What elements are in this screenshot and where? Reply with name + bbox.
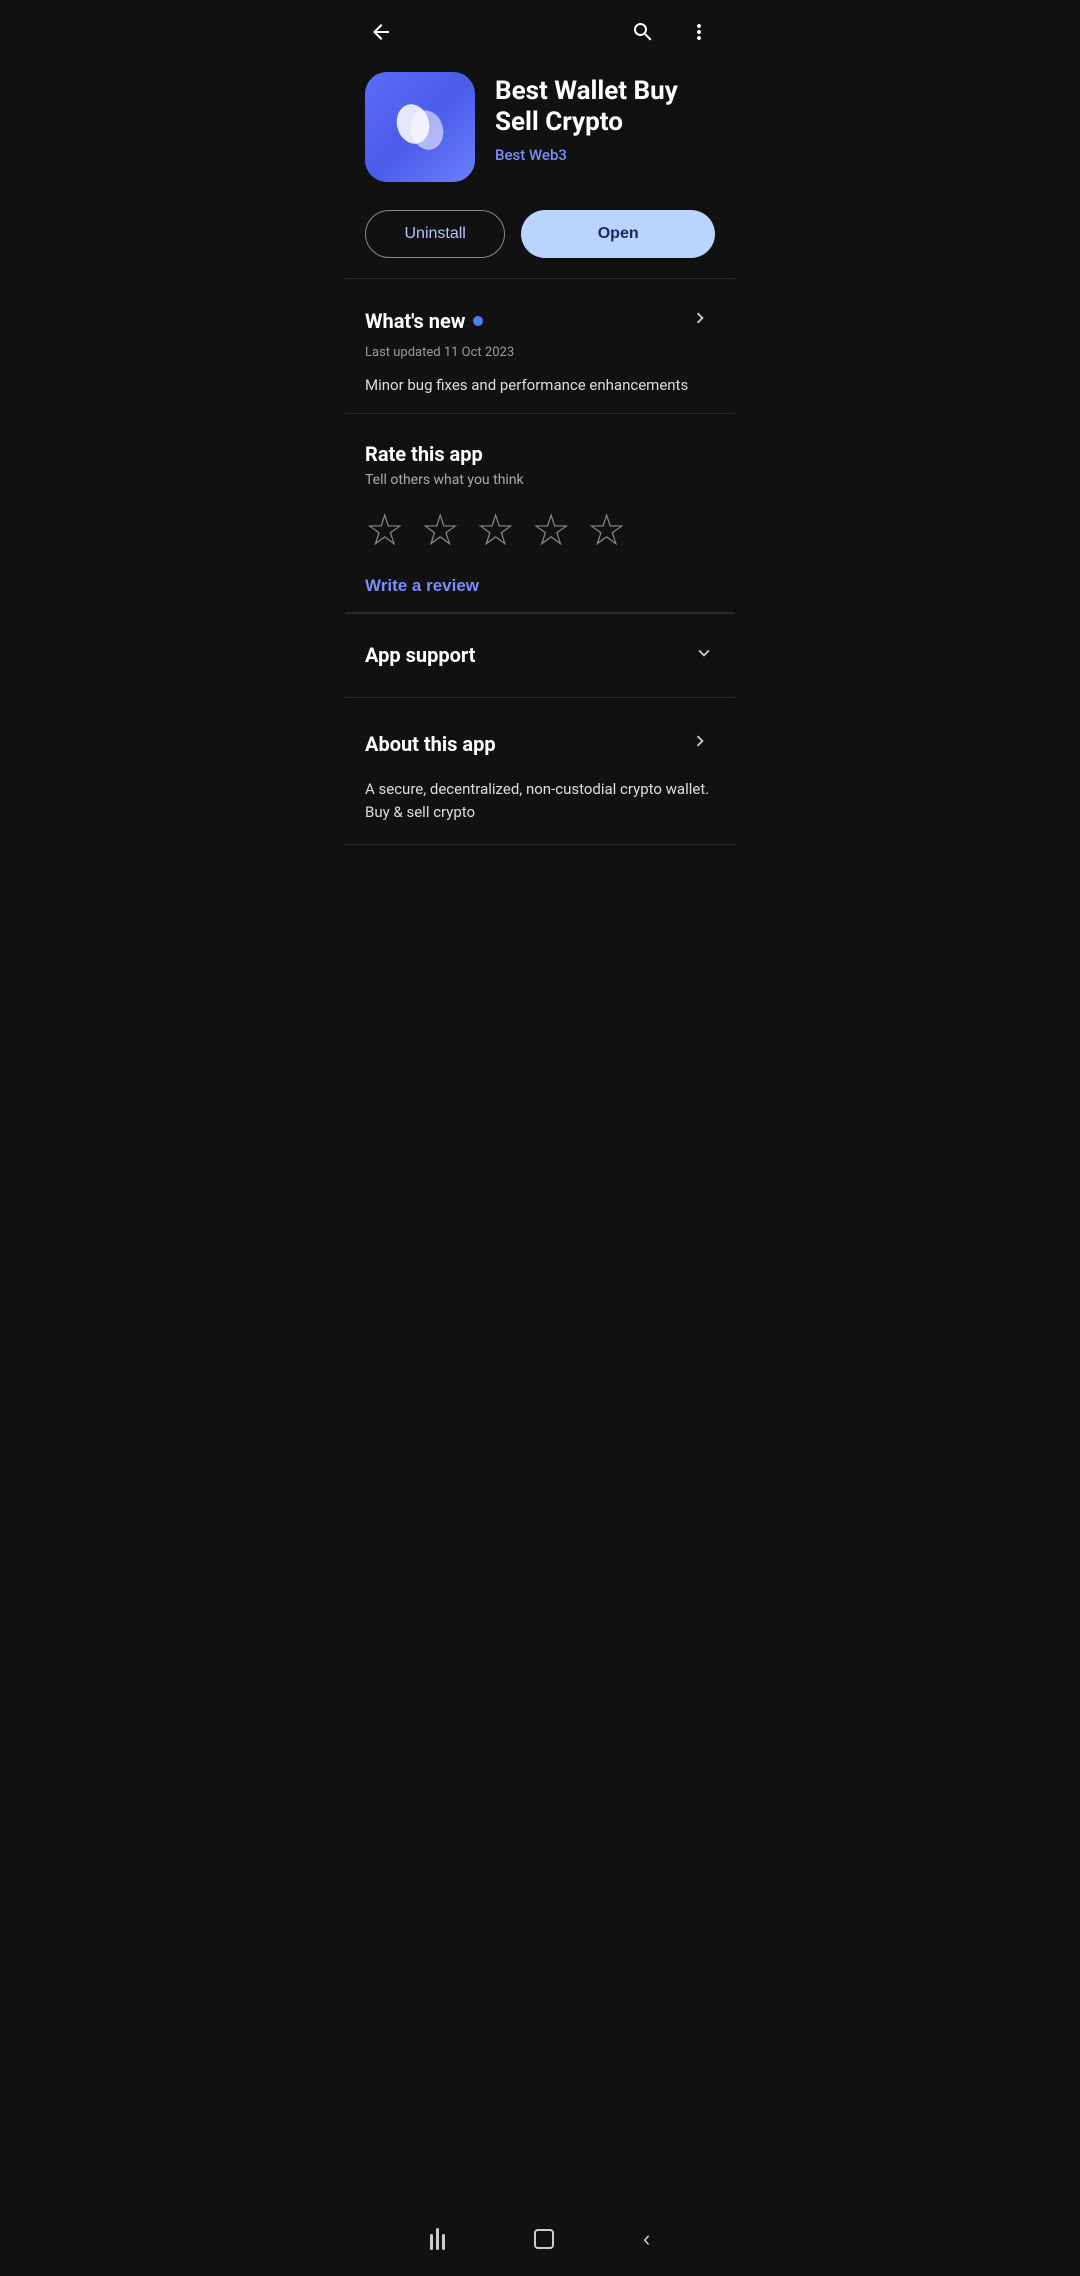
blue-dot-indicator	[473, 316, 483, 326]
app-header: Best Wallet Buy Sell Crypto Best Web3	[345, 56, 735, 202]
app-support-section[interactable]: App support	[345, 613, 735, 698]
chevron-down-icon	[693, 642, 715, 669]
about-title: About this app	[365, 732, 496, 756]
last-updated: Last updated 11 Oct 2023	[365, 345, 715, 360]
open-button[interactable]: Open	[521, 210, 715, 258]
whats-new-arrow-button[interactable]	[685, 303, 715, 339]
back-nav-button[interactable]: ‹	[639, 2222, 654, 2256]
back-icon: ‹	[643, 2226, 650, 2252]
bottom-navigation: ‹	[345, 2208, 735, 2276]
star-2[interactable]: ☆	[420, 508, 459, 552]
top-bar	[345, 0, 735, 56]
home-icon	[534, 2229, 554, 2249]
app-title: Best Wallet Buy Sell Crypto	[495, 76, 715, 138]
about-header: About this app	[365, 726, 715, 762]
home-button[interactable]	[530, 2225, 558, 2253]
whats-new-header: What's new	[365, 303, 715, 339]
recents-button[interactable]	[426, 2224, 449, 2254]
more-options-button[interactable]	[683, 16, 715, 48]
bottom-spacer	[345, 845, 735, 925]
rate-subtitle: Tell others what you think	[365, 472, 715, 488]
about-section: About this app A secure, decentralized, …	[345, 698, 735, 846]
write-review-button[interactable]: Write a review	[365, 576, 479, 596]
app-icon	[365, 72, 475, 182]
rate-title: Rate this app	[365, 442, 715, 466]
star-5[interactable]: ☆	[587, 508, 626, 552]
about-arrow-button[interactable]	[685, 726, 715, 762]
update-description: Minor bug fixes and performance enhancem…	[365, 374, 715, 397]
search-button[interactable]	[627, 16, 659, 48]
back-button[interactable]	[365, 16, 397, 48]
app-support-title: App support	[365, 643, 475, 667]
whats-new-title-row: What's new	[365, 309, 483, 333]
whats-new-section: What's new Last updated 11 Oct 2023 Mino…	[345, 279, 735, 413]
app-developer[interactable]: Best Web3	[495, 146, 715, 164]
action-buttons: Uninstall Open	[345, 202, 735, 278]
star-1[interactable]: ☆	[365, 508, 404, 552]
top-bar-actions	[627, 16, 715, 48]
stars-row: ☆ ☆ ☆ ☆ ☆	[365, 508, 715, 552]
star-3[interactable]: ☆	[476, 508, 515, 552]
whats-new-title: What's new	[365, 309, 465, 333]
app-info: Best Wallet Buy Sell Crypto Best Web3	[495, 72, 715, 164]
recents-icon	[430, 2228, 445, 2250]
about-description: A secure, decentralized, non-custodial c…	[365, 778, 715, 825]
uninstall-button[interactable]: Uninstall	[365, 210, 505, 258]
star-4[interactable]: ☆	[531, 508, 570, 552]
rate-section: Rate this app Tell others what you think…	[345, 414, 735, 612]
